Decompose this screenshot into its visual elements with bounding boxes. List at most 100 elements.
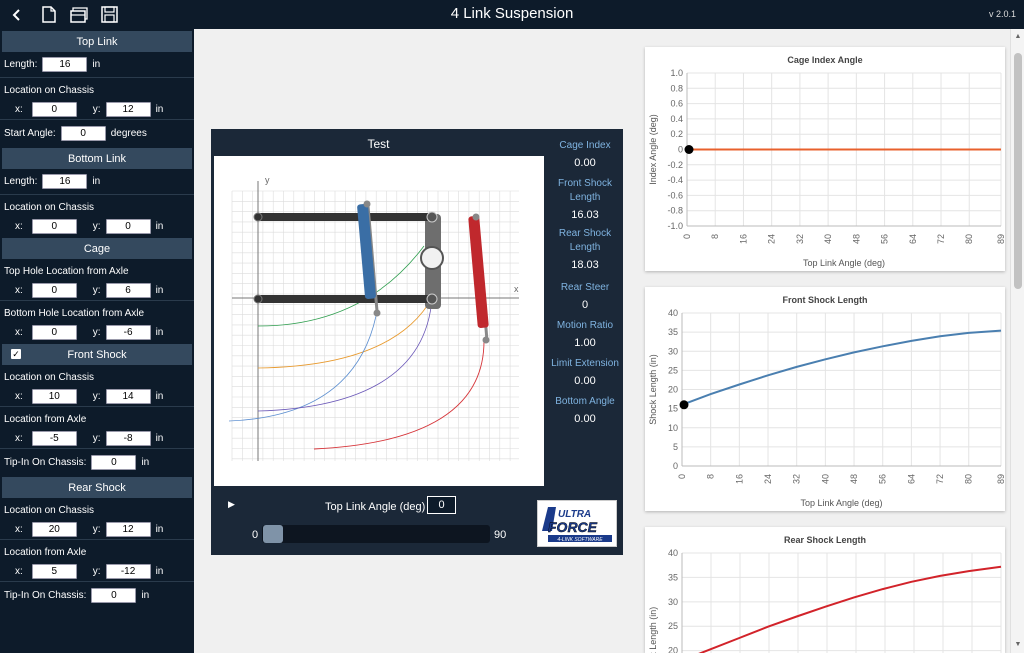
top-link-angle-slider[interactable] [262, 525, 490, 543]
cage-top-y-input[interactable] [105, 283, 151, 298]
rear-shock-length-svg: Rear Shock Length 40 35 30 25 20 Shock Length … [648, 535, 1002, 653]
front-shock-length-svg: Front Shock Length 40 35 30 25 20 15 10 5 0 0 8 16 24… [648, 295, 1005, 508]
x-tick-label: 32 [792, 474, 802, 484]
page-scrollbar[interactable]: ▲ ▼ [1010, 29, 1024, 653]
rear-shock-axle-label: Location from Axle [4, 547, 87, 558]
y-tick-label: 0.2 [670, 129, 683, 139]
y-tick-label: 15 [668, 404, 678, 414]
bottom-link-axle-joint [426, 293, 438, 305]
front-shock-cy-input[interactable] [105, 389, 151, 404]
rear-shock-chassis-row: Location on Chassis x: y: in [0, 501, 194, 540]
linkage-diagram: x y [228, 175, 519, 461]
app-title: 4 Link Suspension [450, 5, 574, 22]
linkage-plot[interactable]: x y [214, 156, 544, 486]
readout-rear-steer: Rear Steer 0 [547, 281, 623, 315]
rear-shock-cy-label: y: [92, 524, 101, 535]
x-tick-label: 8 [710, 234, 720, 239]
scroll-up-icon[interactable]: ▲ [1013, 32, 1023, 42]
scrollbar-thumb[interactable] [1014, 53, 1022, 289]
readout-value: 18.03 [571, 259, 599, 271]
cage-bottom-x-input[interactable] [31, 325, 77, 340]
cage-index-angle-chart: Cage Index Angle 1.0 0.8 0.6 0.4 0.2 0 -0.2 -0.4… [645, 47, 1005, 271]
y-tick-label: 30 [668, 597, 678, 607]
x-tick-label: 56 [878, 474, 888, 484]
rear-shock-cx-label: x: [15, 524, 23, 535]
play-button[interactable]: ▶ [228, 499, 235, 510]
rear-shock-cy-input[interactable] [105, 522, 151, 537]
front-shock-cx-input[interactable] [31, 389, 77, 404]
top-link-length-input[interactable] [42, 57, 88, 72]
cage-bottom-y-input[interactable] [105, 325, 151, 340]
x-tick-label: 56 [880, 234, 890, 244]
cage-top-y-label: y: [92, 285, 101, 296]
start-angle-label: Start Angle: [4, 127, 56, 139]
rear-shock-body [468, 215, 489, 328]
x-tick-label: 48 [849, 474, 859, 484]
x-tick-label: 24 [767, 234, 777, 244]
top-link-y-input[interactable] [105, 102, 151, 117]
front-shock-ay-input[interactable] [105, 431, 151, 446]
back-button[interactable] [4, 0, 30, 29]
top-link-loc-unit: in [155, 104, 164, 115]
logo-image: ULTRA FORCE 4-LINK SOFTWARE [540, 504, 614, 543]
save-file-button[interactable] [96, 0, 122, 29]
cage-top-x-input[interactable] [31, 283, 77, 298]
rear-shock-ay-input[interactable] [105, 564, 151, 579]
new-file-button[interactable] [36, 0, 62, 29]
readout-label: Bottom Angle [555, 396, 615, 407]
rear-shock-tip-input[interactable] [91, 587, 137, 603]
front-shock-header: ✓ Front Shock [2, 344, 192, 365]
y-tick-label: 25 [668, 365, 678, 375]
x-tick-label: 24 [763, 474, 773, 484]
front-shock-ax-input[interactable] [31, 431, 77, 446]
bottom-link-x-input[interactable] [31, 219, 77, 234]
file-icon [42, 6, 56, 23]
x-tick-label: 80 [964, 474, 974, 484]
front-shock-ax-label: x: [15, 433, 23, 444]
readouts-panel: Cage Index 0.00 Front Shock Length 16.03… [547, 139, 623, 429]
readout-label: Rear Steer [560, 282, 610, 293]
front-shock-axle-label: Location from Axle [4, 414, 87, 425]
rear-shock-ax-input[interactable] [31, 564, 77, 579]
y-tick-label: 5 [673, 442, 678, 452]
top-link-header: Top Link [2, 31, 192, 52]
front-shock-ay-label: y: [92, 433, 101, 444]
top-link-x-input[interactable] [31, 102, 77, 117]
front-shock-chassis-label: Location on Chassis [4, 372, 95, 383]
cage-bottom-hole-row: Bottom Hole Location from Axle x: y: in [0, 304, 194, 342]
top-link-x-label: x: [15, 104, 23, 115]
y-axis-title: Index Angle (deg) [648, 114, 658, 185]
top-link-length-unit: in [92, 59, 101, 70]
top-link-angle-row: Start Angle: degrees [0, 120, 194, 146]
rear-shock-c-unit: in [155, 524, 164, 535]
cage-top-hole-label: Top Hole Location from Axle [4, 266, 129, 277]
bottom-link-y-input[interactable] [105, 219, 151, 234]
x-tick-label: 72 [936, 234, 946, 244]
readout-value: 0 [581, 299, 589, 311]
slider-knob[interactable] [263, 525, 283, 543]
y-tick-label: -0.8 [667, 206, 683, 216]
bottom-link-location-label: Location on Chassis [4, 202, 95, 213]
start-angle-input[interactable] [60, 125, 106, 141]
readout-rear-shock-length: Rear Shock Length 18.03 [547, 227, 623, 275]
readout-bottom-angle: Bottom Angle 0.00 [547, 395, 623, 429]
x-tick-label: 72 [935, 474, 945, 484]
bottom-link-length-input[interactable] [42, 174, 88, 189]
y-tick-label: 0 [673, 461, 678, 471]
readout-value: 1.00 [574, 337, 596, 349]
front-shock-tip-input[interactable] [91, 454, 137, 470]
x-tick-label: 0 [677, 474, 687, 479]
x-axis-label: x [514, 284, 519, 294]
y-tick-label: -0.2 [667, 160, 683, 170]
front-shock-top-mount [363, 200, 371, 208]
front-shock-enabled-checkbox[interactable]: ✓ [11, 349, 21, 359]
scroll-down-icon[interactable]: ▼ [1013, 640, 1023, 650]
top-link-angle-input[interactable] [427, 496, 456, 514]
rear-shock-cx-input[interactable] [31, 522, 77, 537]
bottom-link-y-label: y: [92, 221, 101, 232]
open-file-button[interactable] [66, 0, 92, 29]
y-tick-label: 35 [668, 327, 678, 337]
rear-shock-chassis-label: Location on Chassis [4, 505, 95, 516]
y-tick-label: -1.0 [667, 221, 683, 231]
simulation-title: Test [367, 137, 390, 151]
